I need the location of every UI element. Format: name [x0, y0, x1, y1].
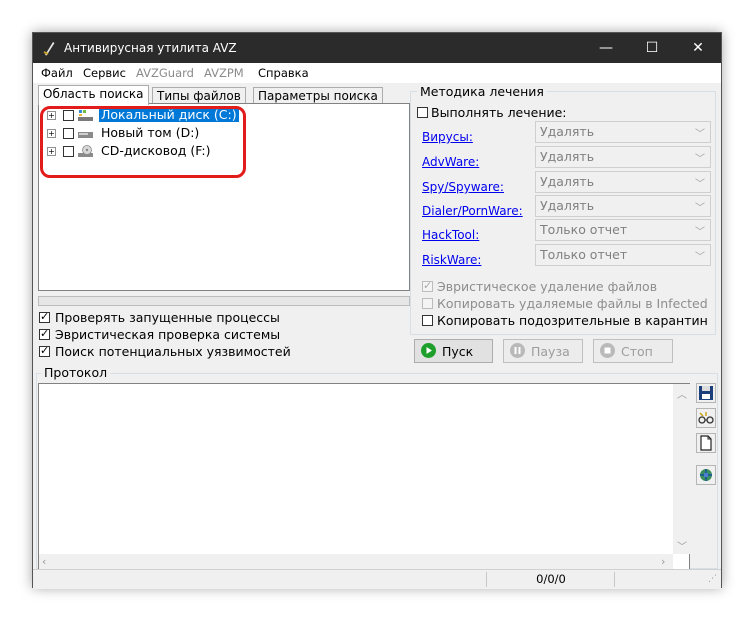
scroll-right-icon[interactable]: › — [661, 555, 665, 568]
app-sword-icon — [43, 42, 55, 56]
perform-treatment-label: Выполнять лечение: — [431, 105, 567, 120]
menu-avzguard[interactable]: AVZGuard — [136, 66, 194, 80]
menu-bar: Файл Сервис AVZGuard AVZPM Справка — [33, 63, 721, 83]
main-window: Антивирусная утилита AVZ — ☐ ✕ Файл Серв… — [32, 32, 722, 589]
window-title: Антивирусная утилита AVZ — [64, 41, 237, 55]
link-dialer[interactable]: Dialer/PornWare: — [422, 204, 523, 218]
option-label: Эвристическая проверка системы — [55, 327, 281, 342]
option-checkbox[interactable] — [39, 344, 50, 357]
link-hacktool[interactable]: HackTool: — [422, 228, 479, 242]
network-button[interactable] — [696, 465, 716, 485]
option-label: Копировать удаляемые файлы в Infected — [437, 296, 708, 311]
new-document-button[interactable] — [696, 433, 716, 453]
glasses-icon — [698, 412, 714, 424]
scan-progress-bar — [38, 296, 410, 306]
tab-search-area[interactable]: Область поиска — [38, 85, 149, 105]
minimize-button[interactable]: — — [583, 33, 629, 63]
chevron-down-icon: ﹀ — [695, 252, 705, 263]
scroll-left-icon[interactable]: ‹ — [42, 555, 46, 568]
stop-button[interactable]: Стоп — [593, 339, 673, 363]
highlight-annotation — [40, 106, 246, 178]
riskware-action-select[interactable]: Только отчет ﹀ — [535, 244, 711, 266]
option-label: Проверять запущенные процессы — [55, 310, 280, 325]
save-icon — [699, 386, 713, 400]
option-checkbox[interactable] — [422, 298, 433, 309]
status-counter-text: 0/0/0 — [536, 572, 566, 586]
link-viruses[interactable]: Вирусы: — [422, 130, 473, 144]
menu-service[interactable]: Сервис — [83, 66, 126, 80]
start-label: Пуск — [442, 344, 474, 359]
maximize-button[interactable]: ☐ — [629, 33, 675, 63]
save-log-button[interactable] — [696, 383, 716, 403]
status-bar: 0/0/0 ⋰ — [33, 569, 721, 589]
select-value: Удалять — [540, 124, 595, 139]
link-adware[interactable]: AdvWare: — [422, 155, 479, 169]
treatment-title: Методика лечения — [417, 84, 547, 99]
chevron-down-icon: ﹀ — [695, 203, 705, 214]
dialer-action-select[interactable]: Удалять ﹀ — [535, 195, 711, 217]
pause-button[interactable]: Пауза — [503, 339, 583, 363]
perform-treatment-checkbox[interactable] — [417, 107, 428, 118]
option-label: Поиск потенциальных уязвимостей — [55, 344, 291, 359]
document-icon — [700, 435, 712, 451]
menu-avzpm[interactable]: AVZPM — [204, 66, 244, 80]
menu-help[interactable]: Справка — [258, 66, 309, 80]
play-icon — [421, 343, 436, 358]
select-value: Только отчет — [540, 222, 628, 237]
select-value: Только отчет — [540, 247, 628, 262]
option-checkbox[interactable] — [39, 310, 50, 323]
stop-icon — [600, 343, 615, 358]
viruses-action-select[interactable]: Удалять ﹀ — [535, 121, 711, 143]
option-label: Эвристическое удаление файлов — [437, 279, 658, 294]
select-value: Удалять — [540, 149, 595, 164]
log-textarea[interactable]: ︿ ﹀ ‹ › — [38, 383, 690, 571]
option-label: Копировать подозрительные в карантин — [437, 313, 708, 328]
log-horizontal-scrollbar[interactable]: ‹ › — [39, 554, 673, 570]
select-value: Удалять — [540, 174, 595, 189]
status-cell-empty — [614, 572, 715, 587]
resize-grip-icon[interactable]: ⋰ — [708, 574, 717, 584]
stop-label: Стоп — [621, 344, 653, 359]
option-checkbox[interactable] — [39, 327, 50, 340]
link-spyware[interactable]: Spy/Spyware: — [422, 180, 504, 194]
log-title: Протокол — [41, 365, 111, 380]
select-value: Удалять — [540, 198, 595, 213]
scroll-down-icon[interactable]: ﹀ — [677, 538, 687, 553]
spyware-action-select[interactable]: Удалять ﹀ — [535, 171, 711, 193]
chevron-down-icon: ﹀ — [695, 154, 705, 165]
view-log-button[interactable] — [696, 408, 716, 428]
link-riskware[interactable]: RiskWare: — [422, 253, 481, 267]
title-bar[interactable]: Антивирусная утилита AVZ — ☐ ✕ — [33, 33, 721, 63]
network-icon — [700, 469, 712, 481]
maximize-icon: ☐ — [645, 40, 659, 56]
chevron-down-icon: ﹀ — [695, 129, 705, 140]
hacktool-action-select[interactable]: Только отчет ﹀ — [535, 219, 711, 241]
option-checkbox[interactable] — [422, 315, 433, 326]
adware-action-select[interactable]: Удалять ﹀ — [535, 146, 711, 168]
pause-icon — [510, 343, 525, 358]
option-checkbox[interactable] — [422, 279, 433, 292]
chevron-down-icon: ﹀ — [695, 227, 705, 238]
close-icon: ✕ — [692, 40, 704, 56]
minimize-icon: — — [599, 40, 613, 56]
scroll-up-icon[interactable]: ︿ — [677, 386, 687, 401]
chevron-down-icon: ﹀ — [695, 179, 705, 190]
close-button[interactable]: ✕ — [675, 33, 721, 63]
menu-file[interactable]: Файл — [41, 66, 73, 80]
start-button[interactable]: Пуск — [414, 339, 493, 363]
pause-label: Пауза — [531, 344, 570, 359]
log-vertical-scrollbar[interactable]: ︿ ﹀ — [673, 384, 690, 554]
status-counter: 0/0/0 — [486, 572, 615, 587]
